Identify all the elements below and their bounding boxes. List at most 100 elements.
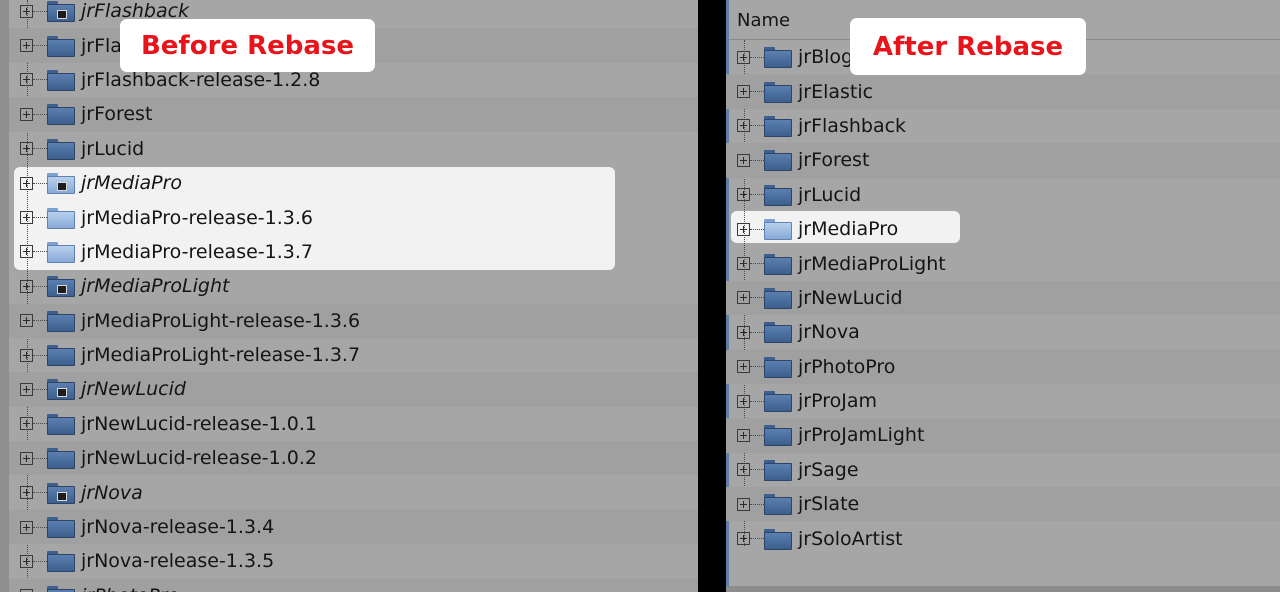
tree-row[interactable]: jrSage	[726, 453, 1280, 487]
folder-icon	[764, 81, 792, 103]
folder-body	[47, 38, 75, 57]
expand-icon[interactable]	[737, 153, 750, 167]
expand-icon[interactable]	[737, 428, 750, 442]
tree-row[interactable]: jrNova-release-1.3.5	[0, 544, 698, 578]
tree-row[interactable]: jrLucid	[726, 178, 1280, 212]
folder-body	[47, 210, 75, 229]
expand-icon[interactable]	[737, 257, 750, 271]
tree-row-label: jrSage	[798, 458, 859, 481]
folder-body	[764, 222, 792, 241]
expand-icon[interactable]	[737, 394, 750, 408]
folder-body	[764, 497, 792, 516]
tree-row[interactable]: jrNewLucid	[726, 280, 1280, 316]
tree-row[interactable]: jrPhotoPro	[726, 349, 1280, 384]
expand-icon[interactable]	[737, 50, 750, 64]
expand-icon[interactable]	[20, 554, 33, 568]
tree-row-label: jrPhotoPro	[798, 355, 896, 378]
tree-row-label: jrProJamLight	[798, 424, 925, 447]
folder-body	[764, 187, 792, 206]
folder-icon	[47, 310, 75, 332]
expand-icon[interactable]	[20, 279, 33, 293]
tree-connector	[750, 56, 764, 58]
tree-row[interactable]: jrMediaProLight-release-1.3.6	[0, 303, 698, 338]
folder-icon	[764, 46, 792, 69]
expand-icon[interactable]	[20, 73, 33, 87]
expand-icon[interactable]	[20, 176, 33, 190]
tree-row[interactable]: jrProJamLight	[726, 418, 1280, 453]
tree-connector	[33, 320, 47, 322]
expand-icon[interactable]	[737, 85, 750, 99]
tree-row[interactable]: jrPhotoPro	[0, 578, 698, 592]
folder-body	[47, 554, 75, 573]
tree-row[interactable]: jrLucid	[0, 132, 698, 166]
tree-row[interactable]: jrMediaPro-release-1.3.6	[0, 200, 698, 234]
tree-row[interactable]: jrElastic	[726, 74, 1280, 109]
tree-row-label: jrBlog	[798, 46, 854, 69]
tree-connector	[750, 228, 764, 230]
expand-icon[interactable]	[20, 314, 33, 328]
expand-icon[interactable]	[737, 291, 750, 305]
repo-badge-icon	[57, 491, 67, 501]
folder-icon	[47, 344, 75, 367]
folder-body	[764, 256, 792, 275]
expand-icon[interactable]	[20, 245, 33, 259]
tree-row[interactable]: jrFlashback	[726, 109, 1280, 143]
tree-row[interactable]: jrNova	[726, 315, 1280, 349]
tree-row[interactable]: jrMediaProLight	[0, 269, 698, 303]
tree-connector	[750, 538, 764, 540]
tree-row[interactable]: jrMediaProLight	[726, 246, 1280, 280]
tree-row[interactable]: jrMediaProLight-release-1.3.7	[0, 338, 698, 372]
expand-icon[interactable]	[737, 360, 750, 374]
tree-connector	[33, 113, 47, 115]
expand-icon[interactable]	[20, 39, 33, 53]
tree-row[interactable]: jrNewLucid-release-1.0.2	[0, 441, 698, 476]
expand-icon[interactable]	[20, 520, 33, 534]
tree-row-label: jrLucid	[798, 183, 862, 206]
expand-icon[interactable]	[20, 211, 33, 225]
after-tree-list: jrBlog jrElastic jrFlashback jrForest jrLuci…	[726, 40, 1280, 556]
tree-row-label: jrForest	[798, 149, 870, 172]
tree-row[interactable]: jrSoloArtist	[726, 521, 1280, 555]
expand-icon[interactable]	[20, 382, 33, 396]
folder-icon	[47, 447, 75, 470]
tree-row[interactable]: jrNewLucid	[0, 372, 698, 407]
expand-icon[interactable]	[737, 222, 750, 236]
folder-icon	[764, 149, 792, 172]
expand-icon[interactable]	[737, 532, 750, 546]
expand-icon[interactable]	[20, 4, 33, 18]
folder-body	[47, 416, 75, 435]
expand-icon[interactable]	[20, 417, 33, 431]
expand-icon[interactable]	[737, 188, 750, 202]
expand-icon[interactable]	[737, 463, 750, 477]
expand-icon[interactable]	[20, 142, 33, 156]
expand-icon[interactable]	[20, 107, 33, 121]
folder-body	[764, 462, 792, 481]
tree-connector	[33, 423, 47, 425]
expand-icon[interactable]	[20, 348, 33, 362]
tree-row[interactable]: jrProJam	[726, 384, 1280, 418]
tree-row[interactable]: jrNova-release-1.3.4	[0, 509, 698, 545]
tree-row[interactable]: jrForest	[726, 143, 1280, 178]
tree-row[interactable]: jrNewLucid-release-1.0.1	[0, 407, 698, 441]
expand-icon[interactable]	[20, 486, 33, 500]
tree-row-label: jrNova-release-1.3.4	[81, 516, 275, 539]
tree-row[interactable]: jrMediaPro	[726, 212, 1280, 246]
expand-icon[interactable]	[737, 497, 750, 511]
before-tree-list: jrFlashbackjrFlashback-release-1.2.7jrFl…	[0, 0, 698, 592]
expand-icon[interactable]	[737, 119, 750, 133]
tree-row[interactable]: jrForest	[0, 97, 698, 132]
repo-badge-icon	[57, 388, 67, 398]
expand-icon[interactable]	[737, 325, 750, 339]
folder-icon	[764, 115, 792, 137]
tree-row[interactable]: jrSlate	[726, 487, 1280, 522]
tree-row-label: jrMediaPro-release-1.3.7	[81, 240, 313, 263]
tree-connector	[33, 148, 47, 150]
tree-row-label: jrSlate	[798, 493, 860, 516]
tree-connector	[33, 560, 47, 562]
expand-icon[interactable]	[20, 451, 33, 465]
tree-row[interactable]: jrMediaPro	[0, 166, 698, 200]
tree-row[interactable]: jrNova	[0, 475, 698, 509]
left-edge	[0, 0, 9, 592]
tree-connector	[33, 182, 47, 184]
tree-row[interactable]: jrMediaPro-release-1.3.7	[0, 235, 698, 269]
